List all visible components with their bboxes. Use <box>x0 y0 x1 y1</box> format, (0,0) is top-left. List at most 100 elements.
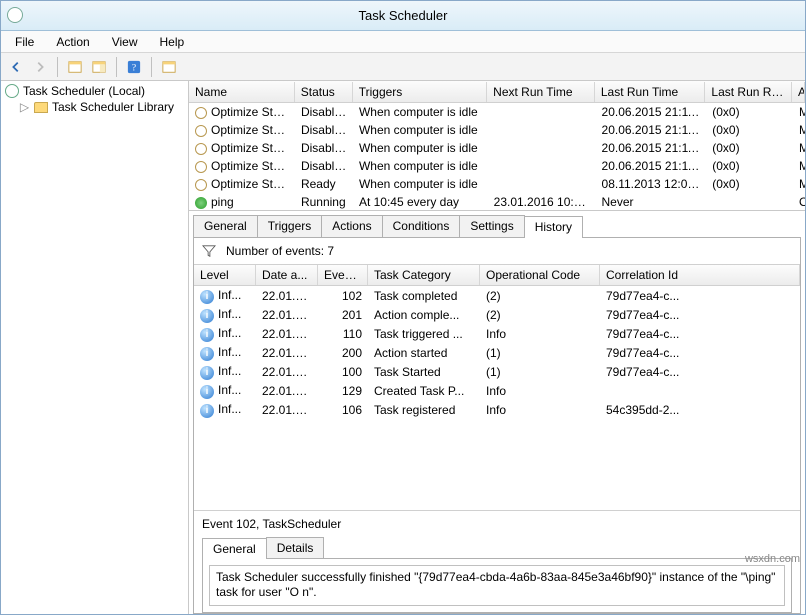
expand-icon[interactable]: ▷ <box>19 100 30 114</box>
col-name[interactable]: Name <box>189 82 295 102</box>
clock-icon <box>5 84 19 98</box>
toolbar-separator-2 <box>116 57 117 77</box>
info-icon: i <box>200 385 214 399</box>
cell-date: 22.01.2... <box>256 307 318 323</box>
tree-root[interactable]: Task Scheduler (Local) <box>3 83 186 99</box>
cell-date: 22.01.2... <box>256 364 318 380</box>
detail-tab-details[interactable]: Details <box>266 537 325 558</box>
toolbar-pane2-icon[interactable] <box>88 56 110 78</box>
toolbar-pane1-icon[interactable] <box>64 56 86 78</box>
clock-icon <box>195 161 207 173</box>
cell-next <box>488 129 596 131</box>
history-row[interactable]: iInf...22.01.2...100Task Started(1)79d77… <box>194 362 800 381</box>
cell-next: 23.01.2016 10:45:02 <box>488 194 596 210</box>
col-last[interactable]: Last Run Time <box>595 82 706 102</box>
cell-status: Running <box>295 194 353 210</box>
detail-tab-general[interactable]: General <box>202 538 267 559</box>
tree-library[interactable]: ▷ Task Scheduler Library <box>3 99 186 115</box>
cell-category: Task registered <box>368 402 480 418</box>
tab-settings[interactable]: Settings <box>459 215 524 237</box>
history-row[interactable]: iInf...22.01.2...106Task registeredInfo5… <box>194 400 800 419</box>
cell-last: Never <box>596 194 707 210</box>
menu-help[interactable]: Help <box>150 33 195 51</box>
cell-category: Task completed <box>368 288 480 304</box>
info-icon: i <box>200 347 214 361</box>
clock-icon <box>195 125 207 137</box>
toolbar-separator <box>57 57 58 77</box>
cell-triggers: When computer is idle <box>353 140 488 156</box>
app-icon <box>7 7 23 23</box>
col-status[interactable]: Status <box>295 82 353 102</box>
filter-icon[interactable] <box>202 244 216 258</box>
tab-history[interactable]: History <box>524 216 583 238</box>
cell-result: (0x0) <box>706 176 793 192</box>
hcol-opcode[interactable]: Operational Code <box>480 265 600 285</box>
history-row[interactable]: iInf...22.01.2...110Task triggered ...In… <box>194 324 800 343</box>
tab-actions[interactable]: Actions <box>321 215 382 237</box>
tree-root-label: Task Scheduler (Local) <box>23 84 145 98</box>
cell-name: Optimize Sta... <box>189 104 295 120</box>
tab-general[interactable]: General <box>193 215 258 237</box>
tab-triggers[interactable]: Triggers <box>257 215 323 237</box>
history-row[interactable]: iInf...22.01.2...129Created Task P...Inf… <box>194 381 800 400</box>
cell-category: Action started <box>368 345 480 361</box>
task-row[interactable]: Optimize Sta...DisabledWhen computer is … <box>189 139 805 157</box>
cell-name: Optimize Sta... <box>189 176 295 192</box>
cell-status: Disabled <box>295 140 353 156</box>
menu-file[interactable]: File <box>5 33 44 51</box>
hcol-category[interactable]: Task Category <box>368 265 480 285</box>
task-row[interactable]: pingRunningAt 10:45 every day23.01.2016 … <box>189 193 805 211</box>
cell-last: 08.11.2013 12:08:23 <box>596 176 707 192</box>
cell-level: iInf... <box>194 306 256 324</box>
cell-status: Disabled <box>295 158 353 174</box>
forward-button[interactable] <box>29 56 51 78</box>
info-icon: i <box>200 366 214 380</box>
folder-icon <box>34 102 48 113</box>
history-row[interactable]: iInf...22.01.2...201Action comple...(2)7… <box>194 305 800 324</box>
toolbar-pane3-icon[interactable] <box>158 56 180 78</box>
task-row[interactable]: Optimize Sta...ReadyWhen computer is idl… <box>189 175 805 193</box>
history-header: Level Date a... Event... Task Category O… <box>194 264 800 286</box>
event-detail-text: Task Scheduler successfully finished "{7… <box>209 565 785 606</box>
running-icon <box>195 197 207 209</box>
task-row[interactable]: Optimize Sta...DisabledWhen computer is … <box>189 103 805 121</box>
col-next[interactable]: Next Run Time <box>487 82 595 102</box>
cell-corr: 79d77ea4-c... <box>600 307 800 323</box>
window-title: Task Scheduler <box>359 8 448 23</box>
col-result[interactable]: Last Run Result <box>705 82 792 102</box>
cell-category: Created Task P... <box>368 383 480 399</box>
cell-triggers: When computer is idle <box>353 158 488 174</box>
cell-author: Mi <box>793 104 805 120</box>
history-filterbar: Number of events: 7 <box>194 238 800 264</box>
hcol-event[interactable]: Event... <box>318 265 368 285</box>
cell-opcode: Info <box>480 402 600 418</box>
info-icon: i <box>200 404 214 418</box>
hcol-corr[interactable]: Correlation Id <box>600 265 800 285</box>
history-body: iInf...22.01.2...102Task completed(2)79d… <box>194 286 800 419</box>
task-row[interactable]: Optimize Sta...DisabledWhen computer is … <box>189 121 805 139</box>
back-button[interactable] <box>5 56 27 78</box>
cell-corr: 79d77ea4-c... <box>600 345 800 361</box>
col-author[interactable]: Au <box>792 82 805 102</box>
history-row[interactable]: iInf...22.01.2...102Task completed(2)79d… <box>194 286 800 305</box>
info-icon: i <box>200 328 214 342</box>
cell-opcode: Info <box>480 383 600 399</box>
history-row[interactable]: iInf...22.01.2...200Action started(1)79d… <box>194 343 800 362</box>
cell-date: 22.01.2... <box>256 345 318 361</box>
cell-next <box>488 147 596 149</box>
hcol-level[interactable]: Level <box>194 265 256 285</box>
menu-action[interactable]: Action <box>46 33 99 51</box>
task-row[interactable]: Optimize Sta...DisabledWhen computer is … <box>189 157 805 175</box>
event-detail-tabs: General Details <box>202 537 792 558</box>
cell-triggers: When computer is idle <box>353 122 488 138</box>
cell-event: 100 <box>318 364 368 380</box>
titlebar: Task Scheduler <box>1 1 805 31</box>
hcol-date[interactable]: Date a... <box>256 265 318 285</box>
cell-event: 110 <box>318 326 368 342</box>
tab-conditions[interactable]: Conditions <box>382 215 461 237</box>
col-triggers[interactable]: Triggers <box>353 82 487 102</box>
help-icon[interactable]: ? <box>123 56 145 78</box>
menu-view[interactable]: View <box>102 33 148 51</box>
tree-pane: Task Scheduler (Local) ▷ Task Scheduler … <box>1 81 189 614</box>
cell-opcode: (2) <box>480 288 600 304</box>
